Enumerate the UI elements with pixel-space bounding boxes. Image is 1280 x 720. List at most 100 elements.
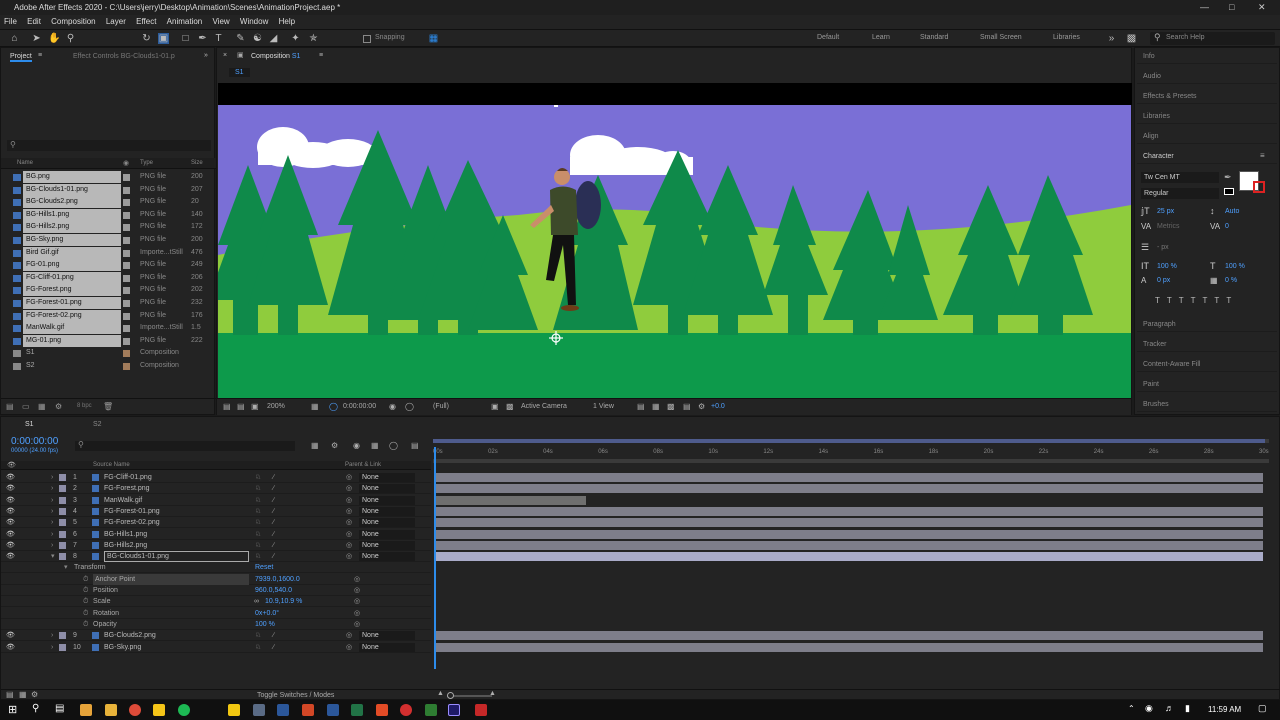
layer-row[interactable]: 👁 › 1 FG-Cliff-01.png ♘ ∕ ◎ None [1,472,431,483]
battery-icon[interactable]: ▮ [1185,703,1190,714]
project-item[interactable]: Bird Gif.gif Importe...tStill 476 [1,246,216,259]
snapshot-icon[interactable]: ◉ [389,402,396,411]
label-color-swatch[interactable] [59,553,66,561]
tracking-value[interactable]: 0 [1225,223,1229,230]
parent-dropdown[interactable]: None [359,495,415,505]
project-item[interactable]: BG-Sky.png PNG file 200 [1,234,216,246]
switch-shy-icon[interactable]: ♘ [255,529,261,540]
brush-tool-icon[interactable]: ✎ [235,33,246,44]
switch-quality-icon[interactable]: ∕ [273,551,274,562]
zoom-slider-thumb[interactable] [447,692,454,699]
shy-layers-icon[interactable]: ◉ [353,441,360,450]
project-item[interactable]: FG-Forest-01.png PNG file 232 [1,297,216,309]
layer-row[interactable]: 👁 › 7 BG-Hills2.png ♘ ∕ ◎ None [1,540,431,551]
mail-icon[interactable] [253,704,265,716]
expand-chevron-icon[interactable]: › [51,506,53,517]
stopwatch-icon[interactable]: ⏱ [83,574,88,585]
menu-edit[interactable]: Edit [27,17,41,26]
pickwhip-icon[interactable]: ◎ [346,506,352,517]
black-swatch[interactable] [1224,188,1234,195]
imdb-icon[interactable] [153,704,165,716]
rotate-tool-icon[interactable]: ↻ [141,33,152,44]
project-item[interactable]: MG-01.png PNG file 222 [1,334,216,347]
trash-icon[interactable]: 🗑 [103,402,113,411]
snapping-checkbox[interactable] [363,35,371,43]
pickwhip-icon[interactable]: ◎ [346,551,352,562]
more-workspaces-icon[interactable]: » [1106,33,1117,44]
switch-shy-icon[interactable]: ♘ [255,540,261,551]
app-circle-icon[interactable] [400,704,412,716]
guides-icon[interactable]: ▤ [237,402,245,411]
tab-composition[interactable]: Composition S1 [251,53,300,60]
camera-tool-icon[interactable]: ▣ [158,33,169,44]
visibility-eye-icon[interactable]: 👁 [6,506,15,517]
network-icon[interactable]: ◉ [1145,703,1153,714]
parent-dropdown[interactable]: None [359,473,415,482]
chrome-icon[interactable] [129,704,141,716]
time-navigator[interactable] [433,459,1269,463]
transform-property[interactable]: ⏱ Position 960.0,540.0 ◎ [1,585,436,596]
pickwhip-icon[interactable]: ◎ [346,483,352,494]
layer-duration-bar[interactable] [436,552,1263,562]
constrain-proportions-icon[interactable]: ∞ [254,596,259,607]
layer-row[interactable]: 👁 ▾ 8 BG-Clouds1-01.png ♘ ∕ ◎ None [1,551,431,563]
visibility-eye-icon[interactable]: 👁 [6,483,15,494]
expand-chevron-icon[interactable]: › [51,529,53,540]
expand-chevron-icon[interactable]: › [51,517,53,528]
stopwatch-icon[interactable]: ⏱ [83,619,88,630]
graph-editor-icon[interactable]: ▤ [411,441,419,450]
layer-name[interactable]: BG-Clouds1-01.png [104,551,249,563]
switch-quality-icon[interactable]: ∕ [273,495,274,506]
label-color-swatch[interactable] [59,474,66,481]
pickwhip-icon[interactable]: ◎ [354,585,360,596]
visibility-eye-icon[interactable]: 👁 [6,642,15,653]
pickwhip-icon[interactable]: ◎ [346,540,352,551]
flowchart-icon[interactable]: ▩ [667,402,675,411]
zoom-out-icon[interactable]: ▲ [437,690,444,697]
font-size-value[interactable]: 25 px [1157,208,1174,215]
panel-tracker[interactable]: Tracker [1137,338,1277,352]
project-item[interactable]: S2 Composition [1,360,216,372]
switch-quality-icon[interactable]: ∕ [273,506,274,517]
switch-quality-icon[interactable]: ∕ [273,517,274,528]
switch-shy-icon[interactable]: ♘ [255,483,261,494]
keyframe-marker[interactable] [434,609,436,617]
panel-libraries[interactable]: Libraries [1137,110,1277,124]
calculator-icon[interactable] [277,704,289,716]
time-ruler[interactable]: 00s 02s 04s 06s 08s 10s 12s 14s 16s 18s 20s 22s 24s 2… [433,444,1269,460]
layer-row[interactable]: 👁 › 5 FG-Forest-02.png ♘ ∕ ◎ None [1,517,431,529]
vertical-scale-value[interactable]: 100 % [1157,263,1177,270]
pickwhip-icon[interactable]: ◎ [354,574,360,585]
layer-name[interactable]: BG-Hills2.png [104,540,147,551]
keyframe-marker[interactable] [434,575,436,583]
reset-exposure-icon[interactable]: ⚙ [698,402,705,411]
project-item[interactable]: BG-Hills1.png PNG file 140 [1,208,216,221]
label-color-swatch[interactable] [123,174,130,181]
pickwhip-icon[interactable]: ◎ [346,630,352,641]
pen-tool-icon[interactable]: ✒ [197,33,208,44]
transform-property[interactable]: ⏱ Rotation 0x+0.0° ◎ [1,608,436,619]
tab-s1[interactable]: S1 [25,421,34,428]
windows-start-icon[interactable]: ⊞ [8,703,17,716]
current-timecode[interactable]: 0:00:00:00 [11,436,58,447]
layer-name[interactable]: FG-Cliff-01.png [104,472,152,483]
word-icon[interactable] [327,704,339,716]
file-explorer-icon[interactable] [80,704,92,716]
layer-duration-bar[interactable] [436,631,1263,641]
switch-quality-icon[interactable]: ∕ [273,472,274,483]
label-color-swatch[interactable] [123,325,130,333]
label-color-swatch[interactable] [123,300,130,307]
expand-chevron-icon[interactable]: › [51,642,53,653]
parent-dropdown[interactable]: None [359,484,415,494]
project-item[interactable]: ManWalk.gif Importe...tStill 1.5 [1,322,216,335]
stopwatch-icon[interactable]: ⏱ [83,596,88,607]
switch-quality-icon[interactable]: ∕ [273,630,274,641]
menu-window[interactable]: Window [240,17,268,26]
tray-chevron-icon[interactable]: ⌃ [1128,704,1135,713]
project-item[interactable]: BG-Clouds2.png PNG file 20 [1,196,216,209]
zoom-in-icon[interactable]: ▲ [489,690,496,697]
app-green-icon[interactable] [425,704,437,716]
panel-menu-icon[interactable]: ≡ [319,52,323,59]
layer-duration-bar[interactable] [436,484,1263,494]
layer-row[interactable]: 👁 › 6 BG-Hills1.png ♘ ∕ ◎ None [1,529,431,540]
